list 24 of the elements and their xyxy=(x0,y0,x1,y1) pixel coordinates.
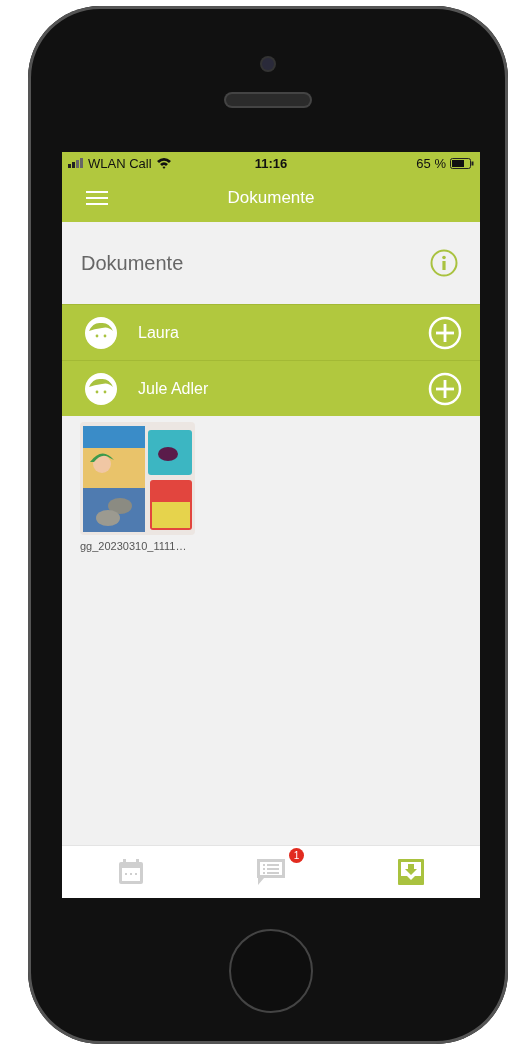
signal-icon xyxy=(68,158,84,168)
child-avatar-icon xyxy=(84,371,118,406)
person-row[interactable]: Laura xyxy=(62,304,480,360)
battery-text: 65 % xyxy=(416,155,446,171)
menu-icon[interactable] xyxy=(86,190,108,206)
info-icon[interactable] xyxy=(430,249,458,277)
person-row[interactable]: Jule Adler xyxy=(62,360,480,416)
message-icon[interactable] xyxy=(256,858,286,886)
camera-icon xyxy=(262,58,274,70)
calendar-icon[interactable] xyxy=(117,858,146,886)
download-tray-icon[interactable] xyxy=(396,858,425,886)
wifi-icon xyxy=(155,157,172,169)
person-name: Laura xyxy=(138,323,180,342)
add-icon[interactable] xyxy=(428,371,462,406)
add-icon[interactable] xyxy=(428,315,462,350)
file-name: gg_20230310_1111… xyxy=(80,540,188,552)
child-avatar-icon xyxy=(84,315,118,350)
person-name: Jule Adler xyxy=(138,379,210,398)
app-bar-title: Dokumente xyxy=(227,188,315,208)
section-title: Dokumente xyxy=(81,251,184,275)
clock-text: 11:16 xyxy=(254,155,288,171)
battery-icon xyxy=(450,157,474,169)
carrier-text: WLAN Call xyxy=(88,155,152,171)
notification-badge: 1 xyxy=(289,848,304,863)
